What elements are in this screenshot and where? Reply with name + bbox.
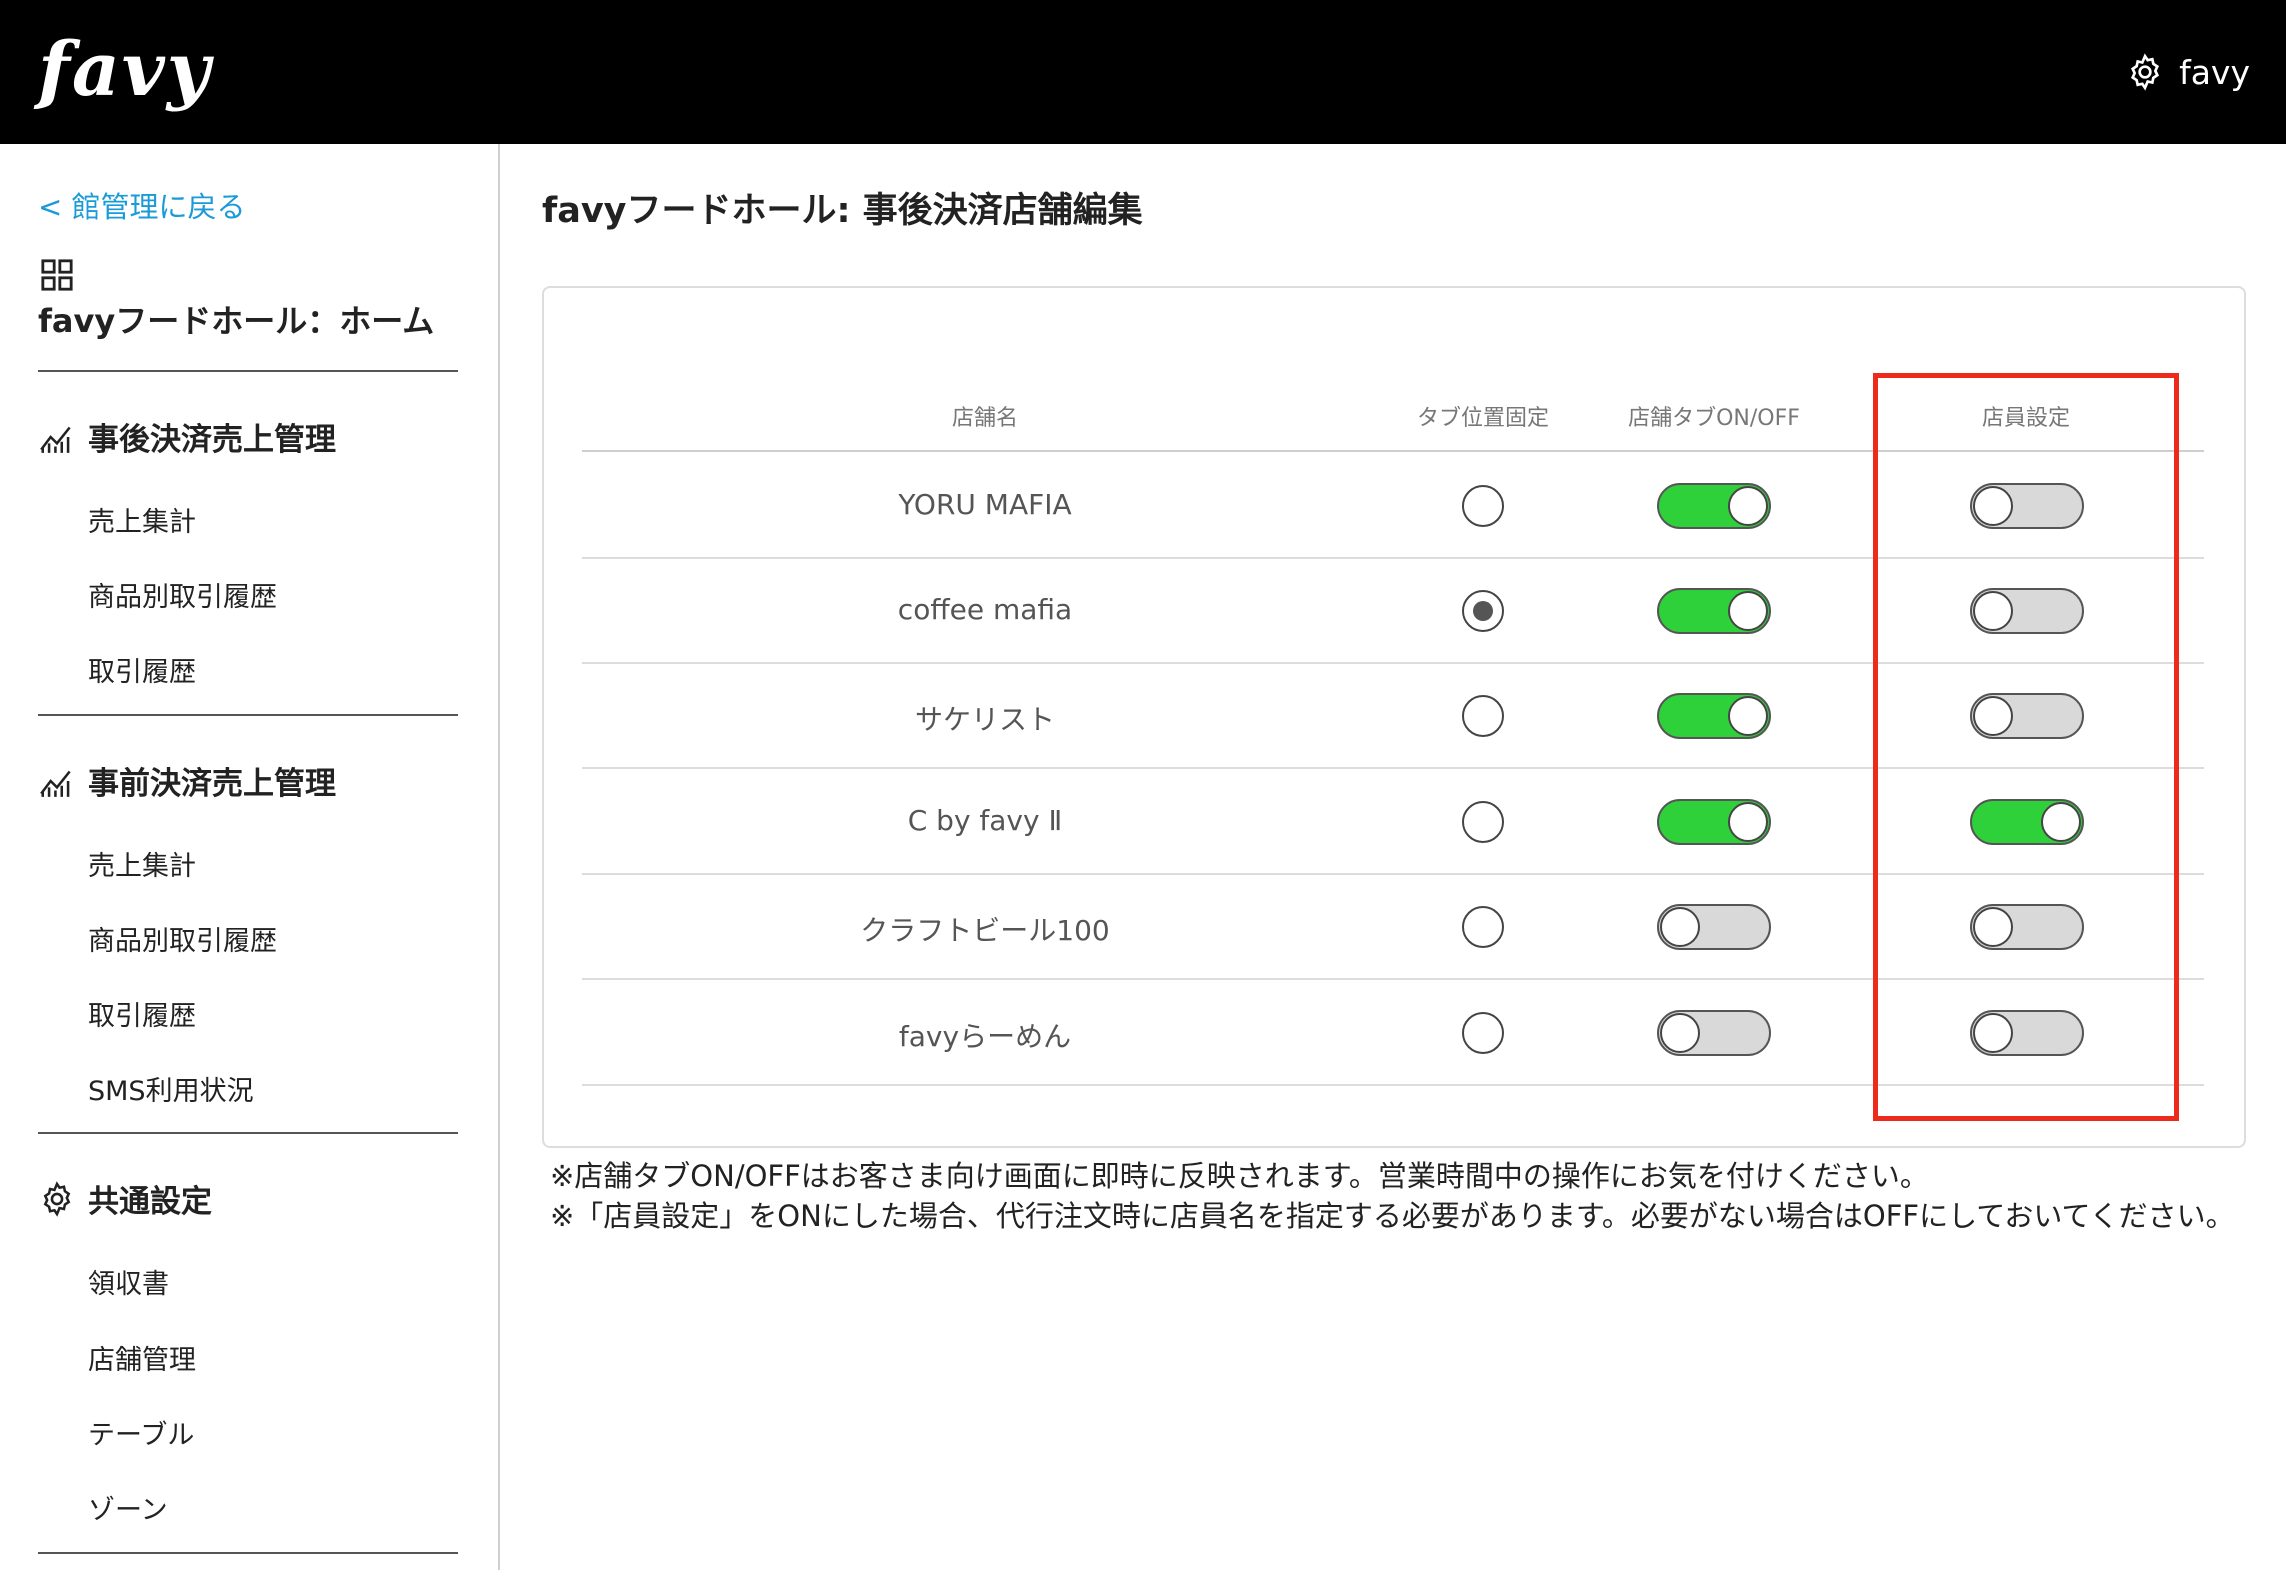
nav-sales-summary[interactable]: 売上集計: [88, 844, 196, 883]
store-name: サケリスト: [914, 703, 1055, 736]
toggle-knob: [1660, 1013, 1700, 1053]
section-postpay-sales: 事後決済売上管理: [38, 414, 336, 459]
toggle-knob: [1728, 486, 1768, 526]
note-staff-setting: ※「店員設定」をONにした場合、代行注文時に店員名を指定する必要があります。必要…: [550, 1199, 2235, 1233]
tab-fixed-radio[interactable]: [1462, 695, 1504, 737]
nav-product-transactions[interactable]: 商品別取引履歴: [88, 575, 277, 614]
nav-store-management[interactable]: 店舗管理: [88, 1338, 196, 1377]
store-tab-toggle[interactable]: [1657, 483, 1771, 529]
row-divider: [582, 767, 2204, 769]
tab-fixed-radio[interactable]: [1462, 485, 1504, 527]
nav-tables[interactable]: テーブル: [88, 1413, 194, 1452]
column-header-store-name: 店舗名: [951, 406, 1018, 431]
staff-setting-toggle[interactable]: [1970, 904, 2084, 950]
section-title: 事前決済売上管理: [88, 766, 336, 802]
section-common-settings: 共通設定: [38, 1176, 212, 1221]
tab-fixed-radio[interactable]: [1462, 1012, 1504, 1054]
table-header-divider: [582, 450, 2204, 452]
store-tab-toggle[interactable]: [1657, 693, 1771, 739]
toggle-knob: [1728, 802, 1768, 842]
gear-icon: [43, 1180, 71, 1217]
row-divider: [582, 978, 2204, 980]
toggle-knob: [1973, 907, 2013, 947]
sidebar-divider: [38, 1132, 458, 1134]
toggle-knob: [1660, 907, 1700, 947]
nav-product-transactions[interactable]: 商品別取引履歴: [88, 919, 277, 958]
sidebar-divider: [38, 1552, 458, 1554]
column-header-tab-onoff: 店舗タブON/OFF: [1628, 406, 1800, 431]
nav-receipts[interactable]: 領収書: [88, 1262, 169, 1301]
sidebar-divider: [38, 714, 458, 716]
store-tab-toggle[interactable]: [1657, 799, 1771, 845]
account-menu[interactable]: favy: [2125, 46, 2250, 98]
tab-fixed-radio[interactable]: [1462, 801, 1504, 843]
row-divider: [582, 557, 2204, 559]
toggle-knob: [1973, 591, 2013, 631]
note-tab-onoff: ※店舗タブON/OFFはお客さま向け画面に即時に反映されます。営業時間中の操作に…: [550, 1159, 1929, 1193]
home-title[interactable]: favyフードホール：ホーム: [38, 296, 434, 342]
toggle-knob: [1973, 1013, 2013, 1053]
back-to-hall-link[interactable]: < 館管理に戻る: [38, 184, 246, 226]
notes: ※店舗タブON/OFFはお客さま向け画面に即時に反映されます。営業時間中の操作に…: [550, 1156, 2250, 1236]
toggle-knob: [1973, 486, 2013, 526]
store-name: coffee mafia: [897, 593, 1073, 626]
nav-sales-summary[interactable]: 売上集計: [88, 500, 196, 539]
nav-sms-usage[interactable]: SMS利用状況: [88, 1069, 254, 1108]
nav-transactions[interactable]: 取引履歴: [88, 650, 196, 689]
page-title: favyフードホール: 事後決済店舗編集: [542, 191, 1143, 231]
column-header-staff-setting: 店員設定: [1981, 406, 2070, 431]
top-header: favy favy: [0, 0, 2286, 144]
tab-fixed-radio[interactable]: [1462, 906, 1504, 948]
nav-zones[interactable]: ゾーン: [88, 1488, 168, 1527]
store-tab-toggle[interactable]: [1657, 904, 1771, 950]
staff-setting-toggle[interactable]: [1970, 588, 2084, 634]
section-title: 共通設定: [88, 1184, 212, 1220]
staff-setting-toggle[interactable]: [1970, 693, 2084, 739]
gear-icon: [2131, 53, 2160, 91]
grid-icon: [41, 259, 73, 291]
row-divider: [582, 662, 2204, 664]
chart-icon: [40, 770, 71, 797]
staff-setting-toggle[interactable]: [1970, 483, 2084, 529]
toggle-knob: [1728, 591, 1768, 631]
toggle-knob: [1728, 696, 1768, 736]
sidebar: < 館管理に戻る favyフードホール：ホーム 事後決済売上管理 売上集計 商品…: [0, 144, 500, 1570]
store-name: favyらーめん: [898, 1020, 1072, 1053]
store-name: YORU MAFIA: [898, 488, 1072, 521]
chart-icon: [40, 426, 71, 453]
nav-transactions[interactable]: 取引履歴: [88, 994, 196, 1033]
store-tab-toggle[interactable]: [1657, 588, 1771, 634]
row-divider: [582, 873, 2204, 875]
section-prepay-sales: 事前決済売上管理: [38, 758, 336, 803]
store-tab-toggle[interactable]: [1657, 1010, 1771, 1056]
staff-setting-toggle[interactable]: [1970, 1010, 2084, 1056]
row-divider: [582, 1084, 2204, 1086]
staff-setting-toggle[interactable]: [1970, 799, 2084, 845]
toggle-knob: [2041, 802, 2081, 842]
column-header-tab-fixed: タブ位置固定: [1416, 406, 1549, 431]
store-name: クラフトビール100: [860, 914, 1110, 947]
toggle-knob: [1973, 696, 2013, 736]
favy-logo[interactable]: favy: [38, 22, 212, 118]
tab-fixed-radio[interactable]: [1462, 590, 1504, 632]
account-name: favy: [2179, 52, 2250, 92]
section-title: 事後決済売上管理: [88, 422, 336, 458]
store-name: C by favy Ⅱ: [907, 804, 1063, 837]
sidebar-divider: [38, 370, 458, 372]
